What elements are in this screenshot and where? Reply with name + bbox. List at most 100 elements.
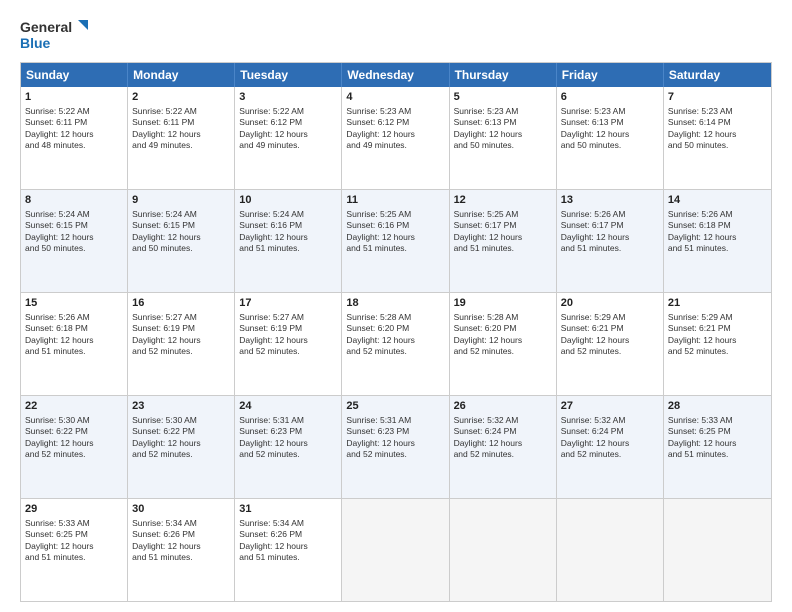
day-info: Daylight: 12 hours [346, 438, 415, 448]
calendar-cell: 10Sunrise: 5:24 AMSunset: 6:16 PMDayligh… [235, 190, 342, 292]
day-info: Sunset: 6:13 PM [561, 117, 624, 127]
day-info: and 51 minutes. [25, 552, 85, 562]
calendar-cell: 8Sunrise: 5:24 AMSunset: 6:15 PMDaylight… [21, 190, 128, 292]
day-number: 5 [454, 90, 552, 105]
day-number: 29 [25, 502, 123, 517]
day-info: and 50 minutes. [25, 243, 85, 253]
calendar-cell: 23Sunrise: 5:30 AMSunset: 6:22 PMDayligh… [128, 396, 235, 498]
day-number: 9 [132, 193, 230, 208]
calendar-cell: 15Sunrise: 5:26 AMSunset: 6:18 PMDayligh… [21, 293, 128, 395]
calendar-cell: 11Sunrise: 5:25 AMSunset: 6:16 PMDayligh… [342, 190, 449, 292]
day-info: and 51 minutes. [239, 552, 299, 562]
day-info: Sunrise: 5:22 AM [25, 106, 90, 116]
day-info: and 51 minutes. [668, 243, 728, 253]
day-info: and 51 minutes. [25, 346, 85, 356]
day-info: and 51 minutes. [668, 449, 728, 459]
calendar-header: SundayMondayTuesdayWednesdayThursdayFrid… [21, 63, 771, 87]
day-number: 24 [239, 399, 337, 414]
day-number: 19 [454, 296, 552, 311]
day-number: 26 [454, 399, 552, 414]
day-info: Sunrise: 5:24 AM [132, 209, 197, 219]
weekday-header: Tuesday [235, 63, 342, 87]
day-info: Sunrise: 5:24 AM [239, 209, 304, 219]
day-number: 13 [561, 193, 659, 208]
day-info: Sunset: 6:11 PM [132, 117, 194, 127]
day-info: Sunrise: 5:31 AM [239, 415, 304, 425]
day-info: and 52 minutes. [346, 449, 406, 459]
day-info: Sunset: 6:24 PM [454, 426, 517, 436]
calendar-cell [664, 499, 771, 601]
day-info: Sunset: 6:17 PM [561, 220, 624, 230]
weekday-header: Saturday [664, 63, 771, 87]
day-info: and 52 minutes. [561, 449, 621, 459]
day-number: 12 [454, 193, 552, 208]
day-number: 28 [668, 399, 767, 414]
day-info: Sunrise: 5:26 AM [668, 209, 733, 219]
day-info: and 52 minutes. [25, 449, 85, 459]
day-info: Daylight: 12 hours [561, 335, 630, 345]
day-info: Sunrise: 5:22 AM [239, 106, 304, 116]
day-info: Sunrise: 5:32 AM [454, 415, 519, 425]
day-number: 7 [668, 90, 767, 105]
day-number: 21 [668, 296, 767, 311]
calendar-cell: 7Sunrise: 5:23 AMSunset: 6:14 PMDaylight… [664, 87, 771, 189]
calendar-row: 22Sunrise: 5:30 AMSunset: 6:22 PMDayligh… [21, 395, 771, 498]
day-info: Sunrise: 5:31 AM [346, 415, 411, 425]
day-info: Sunrise: 5:26 AM [561, 209, 626, 219]
day-info: Sunset: 6:26 PM [132, 529, 195, 539]
day-info: Sunset: 6:12 PM [346, 117, 409, 127]
day-info: and 52 minutes. [239, 346, 299, 356]
day-info: Sunrise: 5:34 AM [132, 518, 197, 528]
day-info: Sunset: 6:23 PM [346, 426, 409, 436]
day-info: Sunrise: 5:28 AM [346, 312, 411, 322]
calendar-cell: 9Sunrise: 5:24 AMSunset: 6:15 PMDaylight… [128, 190, 235, 292]
day-number: 15 [25, 296, 123, 311]
day-info: and 51 minutes. [239, 243, 299, 253]
day-info: and 51 minutes. [454, 243, 514, 253]
day-info: Sunrise: 5:29 AM [561, 312, 626, 322]
day-info: Sunset: 6:22 PM [132, 426, 195, 436]
day-info: Sunset: 6:15 PM [25, 220, 88, 230]
day-info: Sunrise: 5:27 AM [239, 312, 304, 322]
calendar-cell: 31Sunrise: 5:34 AMSunset: 6:26 PMDayligh… [235, 499, 342, 601]
calendar-cell: 21Sunrise: 5:29 AMSunset: 6:21 PMDayligh… [664, 293, 771, 395]
calendar: SundayMondayTuesdayWednesdayThursdayFrid… [20, 62, 772, 602]
calendar-cell: 4Sunrise: 5:23 AMSunset: 6:12 PMDaylight… [342, 87, 449, 189]
day-info: Sunset: 6:25 PM [25, 529, 88, 539]
day-info: and 48 minutes. [25, 140, 85, 150]
day-number: 17 [239, 296, 337, 311]
day-info: and 52 minutes. [454, 449, 514, 459]
day-info: Sunset: 6:16 PM [239, 220, 302, 230]
day-info: and 50 minutes. [454, 140, 514, 150]
day-info: Sunset: 6:18 PM [25, 323, 88, 333]
day-info: and 52 minutes. [346, 346, 406, 356]
calendar-row: 1Sunrise: 5:22 AMSunset: 6:11 PMDaylight… [21, 87, 771, 189]
day-info: Sunrise: 5:27 AM [132, 312, 197, 322]
day-info: Daylight: 12 hours [346, 335, 415, 345]
day-info: Sunrise: 5:28 AM [454, 312, 519, 322]
day-info: Sunrise: 5:33 AM [668, 415, 733, 425]
calendar-cell: 20Sunrise: 5:29 AMSunset: 6:21 PMDayligh… [557, 293, 664, 395]
day-info: Sunrise: 5:32 AM [561, 415, 626, 425]
day-info: and 52 minutes. [561, 346, 621, 356]
day-number: 22 [25, 399, 123, 414]
weekday-header: Sunday [21, 63, 128, 87]
day-number: 6 [561, 90, 659, 105]
day-info: Sunrise: 5:24 AM [25, 209, 90, 219]
calendar-cell: 29Sunrise: 5:33 AMSunset: 6:25 PMDayligh… [21, 499, 128, 601]
calendar-cell: 27Sunrise: 5:32 AMSunset: 6:24 PMDayligh… [557, 396, 664, 498]
day-info: Daylight: 12 hours [239, 335, 308, 345]
calendar-cell [450, 499, 557, 601]
day-number: 2 [132, 90, 230, 105]
day-number: 8 [25, 193, 123, 208]
day-info: and 52 minutes. [454, 346, 514, 356]
day-info: Sunset: 6:20 PM [346, 323, 409, 333]
calendar-cell: 26Sunrise: 5:32 AMSunset: 6:24 PM Dayligh… [450, 396, 557, 498]
day-info: Sunset: 6:22 PM [25, 426, 88, 436]
day-info: Sunrise: 5:30 AM [25, 415, 90, 425]
day-info: and 50 minutes. [132, 243, 192, 253]
day-info: Daylight: 12 hours [454, 438, 523, 448]
day-info: Sunset: 6:19 PM [239, 323, 302, 333]
day-info: Sunrise: 5:26 AM [25, 312, 90, 322]
calendar-cell: 6Sunrise: 5:23 AMSunset: 6:13 PMDaylight… [557, 87, 664, 189]
